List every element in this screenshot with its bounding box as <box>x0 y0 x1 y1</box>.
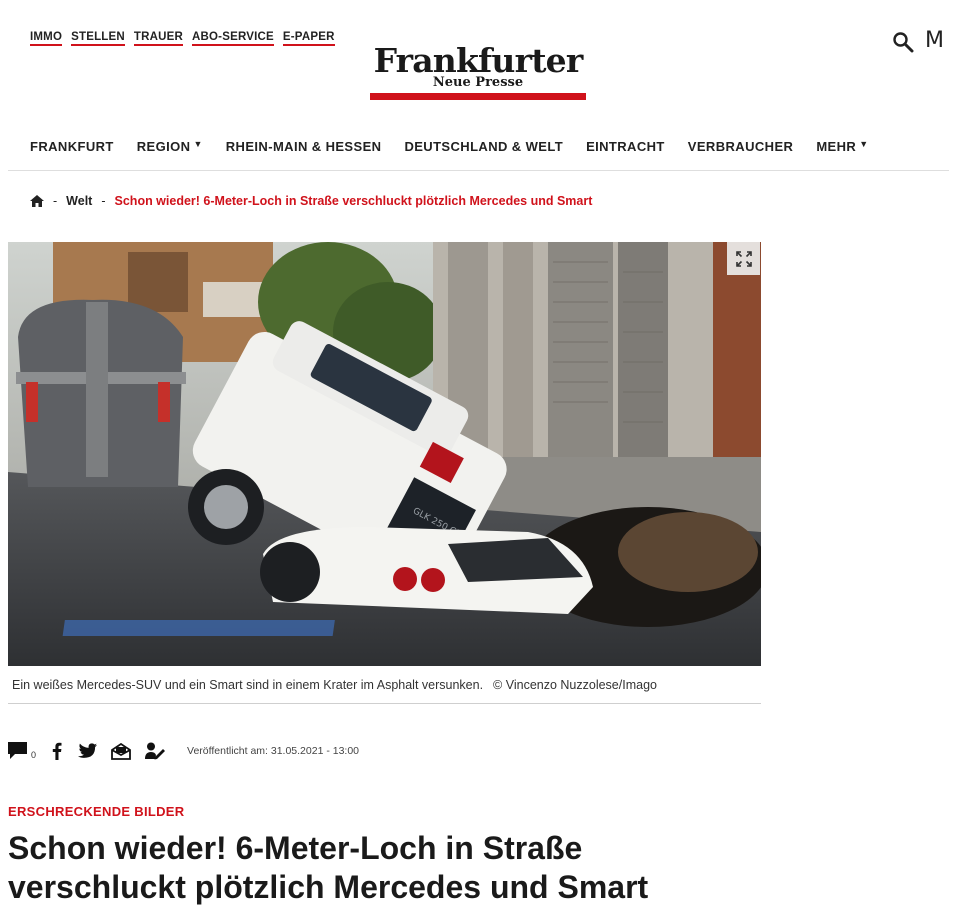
caret-down-icon: ▼ <box>859 139 869 149</box>
top-link-abo-service[interactable]: ABO-SERVICE <box>192 31 274 46</box>
nav-mehr-label: MEHR <box>816 139 857 154</box>
nav-deutschland-welt[interactable]: DEUTSCHLAND & WELT <box>404 139 563 154</box>
nav-region-label: REGION <box>136 139 191 154</box>
nav-divider <box>8 170 949 171</box>
article-title: Schon wieder! 6-Meter-Loch in Straße ver… <box>8 830 649 905</box>
breadcrumb: - Welt - Schon wieder! 6-Meter-Loch in S… <box>30 194 592 208</box>
nav-eintracht[interactable]: EINTRACHT <box>586 139 665 154</box>
logo-wordmark: Frankfurter <box>373 41 584 80</box>
top-link-trauer[interactable]: TRAUER <box>133 31 184 46</box>
nav-rhein-main-hessen[interactable]: RHEIN-MAIN & HESSEN <box>226 139 382 154</box>
top-link-e-paper[interactable]: E-PAPER <box>282 31 335 46</box>
comment-count: 0 <box>31 750 37 760</box>
expand-icon[interactable] <box>727 242 760 275</box>
share-bar: 0 Veröffentlicht am: 31.05.2021 - 13:00 <box>8 740 359 762</box>
caption-divider <box>8 703 761 704</box>
top-links: IMMO STELLEN TRAUER ABO-SERVICE E-PAPER <box>30 31 335 46</box>
facebook-icon[interactable] <box>52 742 62 760</box>
nav-region[interactable]: REGION ▼ <box>137 139 203 154</box>
caret-down-icon: ▼ <box>193 139 203 149</box>
caption-text: Ein weißes Mercedes-SUV und ein Smart si… <box>12 678 484 692</box>
published-date: Veröffentlicht am: 31.05.2021 - 13:00 <box>187 745 360 757</box>
author-icon[interactable] <box>145 742 166 760</box>
breadcrumb-separator: - <box>101 194 106 208</box>
site-logo[interactable]: Frankfurter Neue Presse <box>370 44 586 100</box>
image-credit: © Vincenzo Nuzzolese/Imago <box>493 678 657 692</box>
article-kicker: ERSCHRECKENDE BILDER <box>8 804 185 819</box>
home-icon[interactable] <box>30 195 44 207</box>
logo-red-bar <box>370 93 586 100</box>
breadcrumb-welt[interactable]: Welt <box>66 194 92 208</box>
article-image[interactable]: GLK 250 CDI <box>8 242 761 666</box>
top-link-immo[interactable]: IMMO <box>30 31 63 46</box>
email-icon[interactable] <box>111 742 131 760</box>
main-nav: FRANKFURT REGION ▼ RHEIN-MAIN & HESSEN DE… <box>30 139 892 154</box>
nav-mehr[interactable]: MEHR ▼ <box>816 139 868 154</box>
search-icon[interactable] <box>892 31 914 53</box>
nav-frankfurt[interactable]: FRANKFURT <box>30 139 114 154</box>
nav-verbraucher[interactable]: VERBRAUCHER <box>688 139 794 154</box>
menu-m-icon[interactable]: M <box>925 28 944 53</box>
top-link-stellen[interactable]: STELLEN <box>71 31 125 46</box>
breadcrumb-current: Schon wieder! 6-Meter-Loch in Straße ver… <box>114 194 593 208</box>
twitter-icon[interactable] <box>78 743 98 759</box>
image-caption: Ein weißes Mercedes-SUV und ein Smart si… <box>12 678 657 692</box>
breadcrumb-separator: - <box>53 194 58 208</box>
comment-icon[interactable]: 0 <box>8 742 36 760</box>
